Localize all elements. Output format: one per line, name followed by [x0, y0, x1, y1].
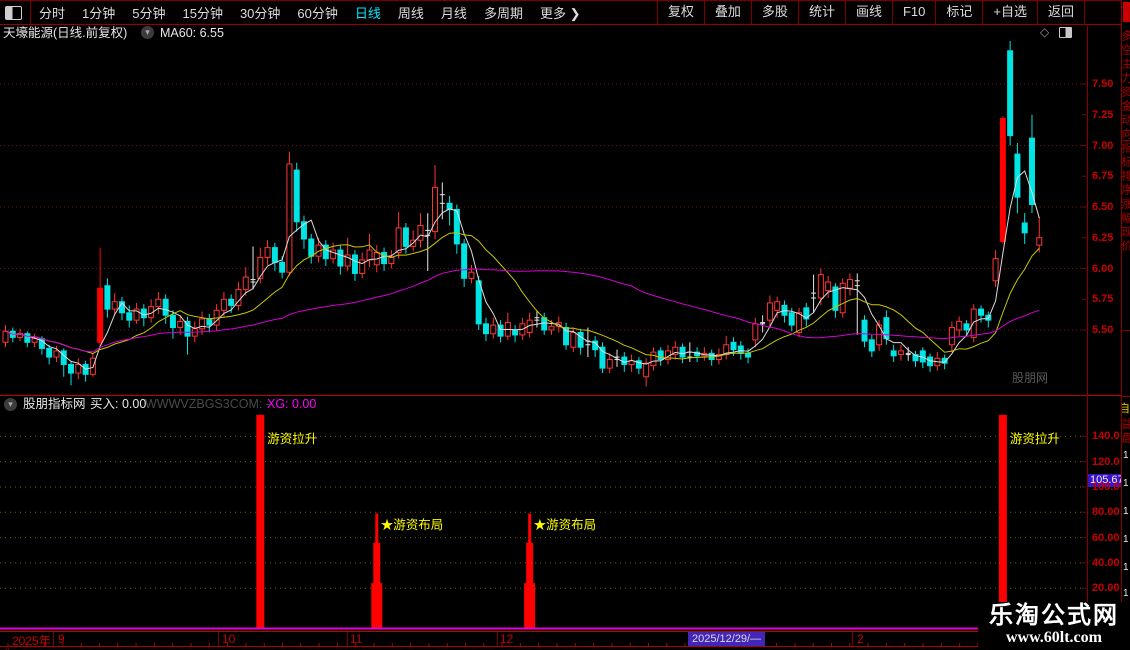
price-axis-label: 6.50 [1092, 201, 1114, 213]
sidebar-auto-label: 自 [1122, 403, 1130, 415]
signal-label: ★游资布局 [381, 518, 444, 532]
indicator-axis-label: 40.00 [1092, 556, 1120, 569]
month-label-9: 9 [58, 632, 65, 646]
chart-watermark: 股朋网 [1012, 371, 1049, 385]
indicator-name: 股朋指标网 [23, 397, 86, 411]
indicator-axis-label: 60.00 [1092, 531, 1120, 544]
chevron-down-icon[interactable]: ▾ [4, 398, 17, 411]
price-axis-label: 6.00 [1092, 262, 1114, 275]
indicator-axis-label: 120.0 [1092, 455, 1120, 468]
app-window: 分时 1分钟 5分钟 15分钟 30分钟 60分钟 日线 周线 月线 多周期 更多 ❯ 复权 叠加 多股… [0, 0, 1130, 650]
indicator-axis-label: 100.0 [1092, 480, 1120, 493]
price-axis-label: 6.75 [1092, 170, 1114, 183]
indicator-site-watermark: WWWVZBGS3COM: - [145, 397, 270, 411]
sidebar-vertical-tabs2: 益盘 [1122, 418, 1130, 446]
axis-bottom-line [0, 646, 1130, 647]
sidebar-vertical-tabs: 多空主力资金动向指标排序涨幅现价 [1122, 30, 1130, 254]
signal-label: 游资拉升 [267, 431, 317, 446]
month-label-10: 10 [222, 632, 236, 646]
watermark-logo: 乐淘公式网 www.60lt.com [978, 602, 1130, 650]
selected-date-label: 2025/12/29/— [688, 632, 766, 646]
price-axis-label: 5.50 [1092, 324, 1114, 336]
time-axis: 2025年 9 10 11 12 2 2025/12/29/— [0, 632, 1130, 648]
price-axis-label: 7.25 [1092, 108, 1114, 121]
indicator-buy-value: 买入: 0.00 [90, 397, 147, 411]
price-axis-label: 7.50 [1092, 78, 1114, 90]
candlestick-chart-canvas[interactable]: 游资拉升 ★游资布局 ★游资布局 游资拉升 [0, 0, 1087, 650]
price-axis-label: 7.00 [1092, 139, 1114, 152]
signal-label: 游资拉升 [1010, 431, 1060, 446]
price-axis-label: 5.75 [1092, 293, 1114, 306]
month-label-2: 2 [857, 632, 864, 646]
signal-label: ★游资布局 [534, 518, 597, 532]
axis-top-line [0, 631, 1130, 632]
axis-vertical-line [1087, 26, 1088, 646]
indicator-xg-value: XG: 0.00 [267, 397, 317, 411]
watermark-logo-url: www.60lt.com [1006, 629, 1102, 646]
month-label-12: 12 [500, 632, 514, 646]
indicator-header: ▾ 股朋指标网 买入: 0.00 WWWVZBGS3COM: - XG: 0.0… [0, 397, 1085, 413]
price-axis-label: 6.25 [1092, 231, 1114, 244]
panel-divider [0, 395, 1130, 396]
indicator-axis-label: 20.00 [1092, 582, 1120, 595]
indicator-axis-label: 140.0 [1092, 430, 1120, 443]
indicator-axis-label: 80.00 [1092, 506, 1120, 519]
month-label-11: 11 [350, 632, 363, 646]
right-sidebar-strip[interactable]: 多空主力资金动向指标排序涨幅现价 自 益盘 1 1 1 1 1 1 [1122, 0, 1130, 650]
watermark-logo-title: 乐淘公式网 [989, 603, 1119, 629]
sidebar-red-block [1123, 2, 1130, 22]
